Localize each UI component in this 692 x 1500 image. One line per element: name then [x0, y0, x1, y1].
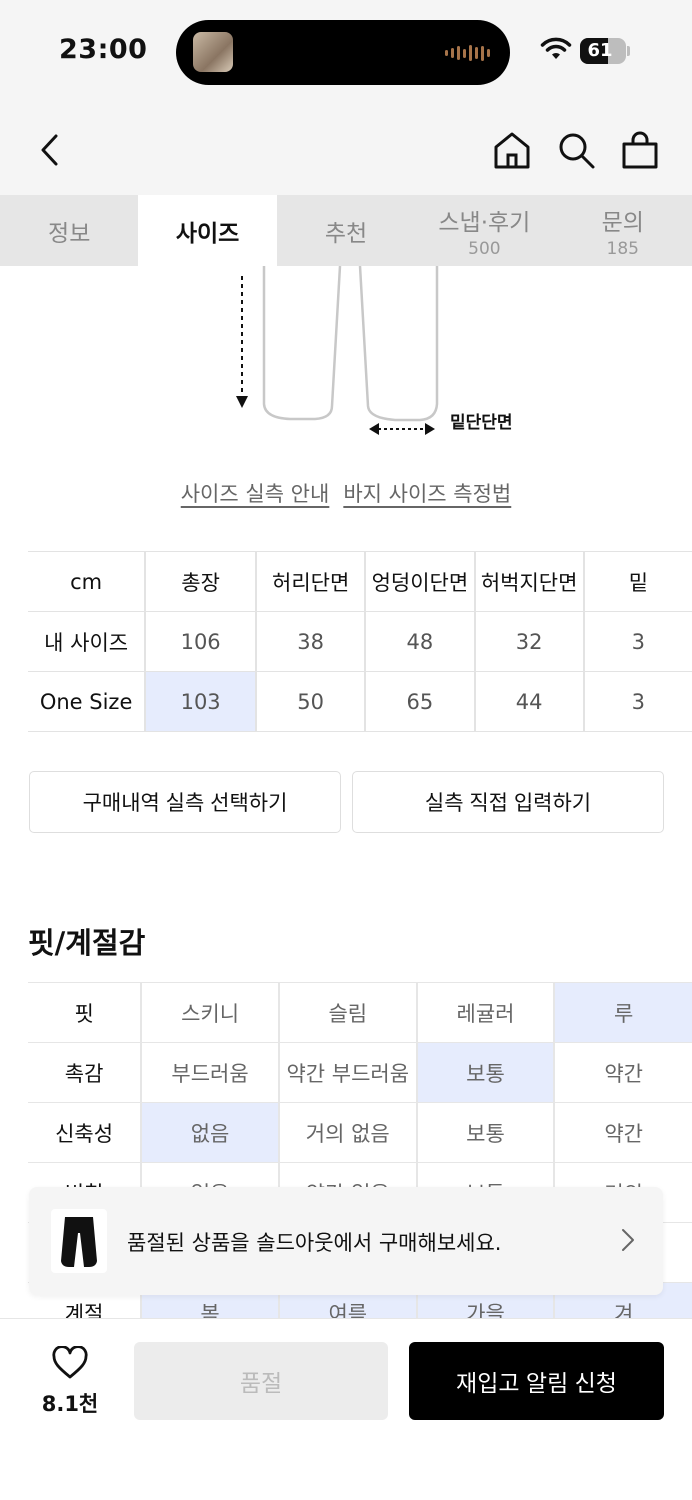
- soldout-banner[interactable]: 품절된 상품을 솔드아웃에서 구매해보세요.: [29, 1187, 663, 1295]
- row-header: 핏: [28, 982, 142, 1043]
- search-icon[interactable]: [556, 130, 596, 170]
- status-time: 23:00: [59, 34, 148, 65]
- tab-recommend[interactable]: 추천: [277, 195, 415, 266]
- restock-alert-button[interactable]: 재입고 알림 신청: [409, 1342, 664, 1420]
- size-table: cm 총장 허리단면 엉덩이단면 허벅지단면 밑 내 사이즈 106 38 48…: [28, 551, 692, 732]
- dynamic-island[interactable]: [176, 20, 510, 85]
- table-cell: 약간: [553, 1042, 692, 1103]
- like-button[interactable]: 8.1천: [36, 1345, 104, 1418]
- table-header-cell: 밑: [582, 551, 692, 612]
- table-row: 촉감 부드러움 약간 부드러움 보통 약간: [28, 1042, 692, 1103]
- table-cell: 50: [255, 671, 366, 732]
- table-cell: 32: [473, 611, 584, 672]
- tab-label: 문의: [601, 209, 644, 236]
- battery-percent: 61: [587, 40, 613, 61]
- pants-outline-illustration: 밑단단면: [236, 265, 513, 435]
- fit-season-title: 핏/계절감: [28, 926, 146, 960]
- pants-thumbnail-icon: [61, 1217, 97, 1267]
- table-cell: 106: [144, 611, 257, 672]
- table-cell: 부드러움: [140, 1042, 279, 1103]
- table-row: 신축성 없음 거의 없음 보통 약간: [28, 1102, 692, 1163]
- table-cell: 약간: [553, 1102, 692, 1163]
- audio-waveform-icon: [445, 44, 490, 62]
- soldout-banner-text: 품절된 상품을 솔드아웃에서 구매해보세요.: [127, 1231, 502, 1255]
- tab-snap-review[interactable]: 스냅·후기 500: [415, 195, 553, 266]
- table-cell: 44: [473, 671, 584, 732]
- tab-info[interactable]: 정보: [0, 195, 138, 266]
- tab-size[interactable]: 사이즈: [138, 195, 277, 266]
- table-row: 핏 스키니 슬림 레귤러 루: [28, 982, 692, 1043]
- table-row: 내 사이즈 106 38 48 32 3: [28, 611, 692, 672]
- product-thumbnail: [51, 1209, 107, 1273]
- table-header-cell: 엉덩이단면: [364, 551, 475, 612]
- tab-label: 스냅·후기: [438, 209, 531, 236]
- table-cell: 슬림: [277, 982, 417, 1043]
- pants-size-diagram: 밑단단면: [0, 265, 692, 446]
- table-header-cell: 허리단면: [255, 551, 366, 612]
- size-guide-link[interactable]: 사이즈 실측 안내: [181, 478, 330, 508]
- table-header-cell: 허벅지단면: [473, 551, 584, 612]
- table-cell: 약간 부드러움: [277, 1042, 417, 1103]
- now-playing-artwork: [193, 32, 233, 72]
- table-cell: 레귤러: [415, 982, 555, 1043]
- tab-label: 정보: [48, 220, 91, 247]
- battery-icon: 61: [580, 38, 626, 64]
- table-cell: 48: [364, 611, 475, 672]
- table-cell-highlighted: 없음: [140, 1102, 279, 1163]
- status-bar: 23:00 61: [0, 0, 692, 105]
- hem-label: 밑단단면: [450, 413, 513, 433]
- chevron-right-icon: [622, 1229, 634, 1251]
- table-cell-highlighted: 보통: [415, 1042, 555, 1103]
- row-header: 신축성: [28, 1102, 142, 1163]
- row-header: 촉감: [28, 1042, 142, 1103]
- size-guide-links: 사이즈 실측 안내 바지 사이즈 측정법: [0, 478, 692, 508]
- select-purchase-history-button[interactable]: 구매내역 실측 선택하기: [29, 771, 341, 833]
- purchase-bar: 8.1천 품절 재입고 알림 신청: [0, 1318, 692, 1500]
- heart-icon: [52, 1345, 88, 1379]
- tab-count: 185: [606, 238, 639, 259]
- table-cell: 38: [255, 611, 366, 672]
- table-cell: 보통: [415, 1102, 555, 1163]
- soldout-button[interactable]: 품절: [134, 1342, 388, 1420]
- table-row: One Size 103 50 65 44 3: [28, 671, 692, 732]
- enter-measurement-button[interactable]: 실측 직접 입력하기: [352, 771, 664, 833]
- row-header: 내 사이즈: [28, 611, 146, 672]
- tab-qna[interactable]: 문의 185: [554, 195, 692, 266]
- home-icon[interactable]: [492, 130, 532, 170]
- like-count: 8.1천: [41, 1392, 99, 1416]
- table-cell: 3: [582, 671, 692, 732]
- product-tabs: 정보 사이즈 추천 스냅·후기 500 문의 185: [0, 195, 692, 266]
- table-cell: 스키니: [140, 982, 279, 1043]
- table-cell: 3: [582, 611, 692, 672]
- row-header: One Size: [28, 671, 146, 732]
- top-nav: [0, 105, 692, 195]
- tab-label: 사이즈: [175, 220, 240, 247]
- table-header-cell: 총장: [144, 551, 257, 612]
- back-icon[interactable]: [36, 130, 66, 170]
- table-cell-highlighted: 103: [144, 671, 257, 732]
- table-header-cell: cm: [28, 551, 146, 612]
- wifi-icon: [540, 37, 572, 59]
- tab-count: 500: [468, 238, 501, 259]
- table-row: cm 총장 허리단면 엉덩이단면 허벅지단면 밑: [28, 551, 692, 612]
- table-cell: 거의 없음: [277, 1102, 417, 1163]
- tab-label: 추천: [324, 220, 368, 247]
- pants-measure-link[interactable]: 바지 사이즈 측정법: [343, 478, 511, 508]
- battery-tip: [627, 46, 630, 56]
- table-cell-highlighted: 루: [553, 982, 692, 1043]
- table-cell: 65: [364, 671, 475, 732]
- shopping-bag-icon[interactable]: [620, 130, 660, 170]
